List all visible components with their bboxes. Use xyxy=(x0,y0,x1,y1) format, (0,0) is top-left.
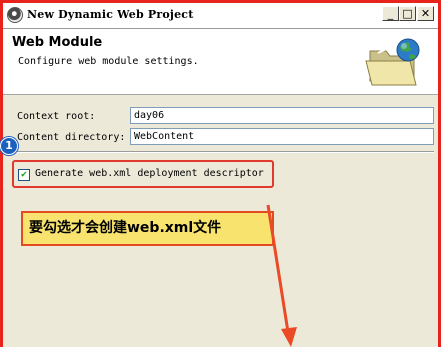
annotation-arrow xyxy=(266,204,297,347)
